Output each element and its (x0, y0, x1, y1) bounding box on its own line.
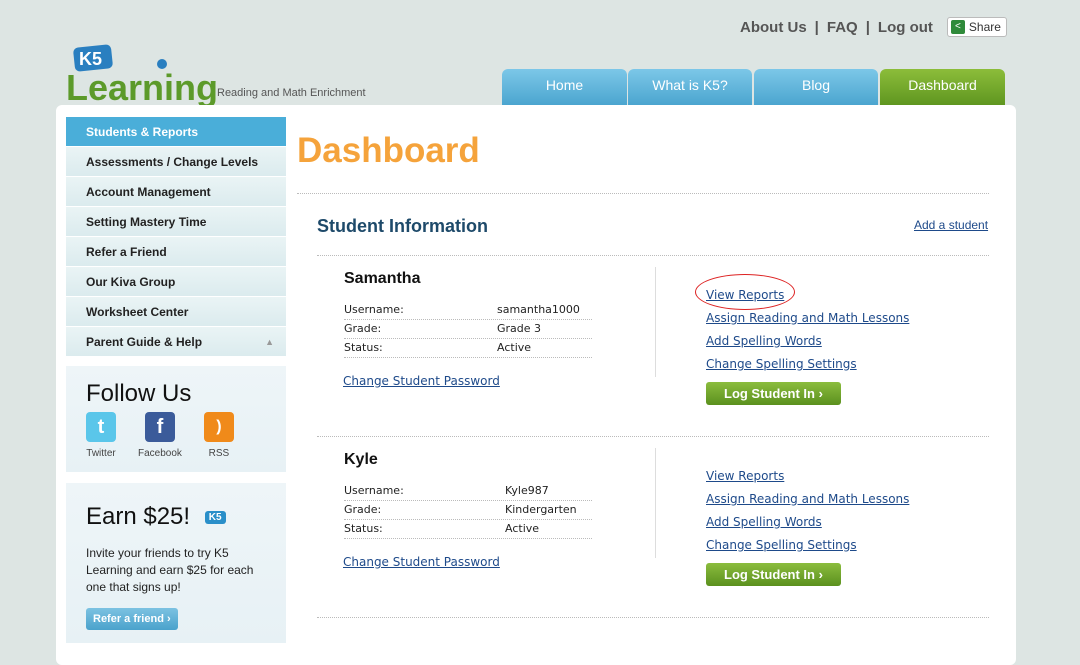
refer-friend-button[interactable]: Refer a friend › (86, 608, 178, 630)
tagline: Reading and Math Enrichment (217, 87, 366, 99)
add-spelling-words-link[interactable]: Add Spelling Words (706, 334, 909, 357)
facebook-link[interactable]: f Facebook (138, 412, 182, 459)
earn-text: Invite your friends to try K5 Learning a… (86, 546, 254, 594)
assign-lessons-link[interactable]: Assign Reading and Math Lessons (706, 492, 909, 515)
follow-us-box: Follow Us t Twitter f Facebook ) RSS (66, 366, 286, 472)
top-links: About Us | FAQ | Log out < Share (740, 17, 1007, 37)
sidebar-item-kiva-group[interactable]: Our Kiva Group (66, 267, 286, 297)
divider (297, 193, 989, 194)
divider (317, 617, 989, 618)
change-spelling-settings-link[interactable]: Change Spelling Settings (706, 357, 909, 380)
twitter-icon: t (86, 412, 116, 442)
earn-box: Earn $25! K5 Invite your friends to try … (66, 483, 286, 643)
tab-home[interactable]: Home (502, 69, 627, 105)
share-icon: < (950, 20, 965, 34)
student-info-table: Username: Kyle987 Grade: Kindergarten Stat… (344, 482, 592, 539)
sidebar-item-mastery-time[interactable]: Setting Mastery Time (66, 207, 286, 237)
follow-us-title: Follow Us (86, 380, 192, 407)
twitter-link[interactable]: t Twitter (86, 412, 116, 459)
svg-text:Learning: Learning (66, 67, 216, 106)
rss-icon: ) (203, 412, 234, 442)
sidebar-item-students-reports[interactable]: Students & Reports (66, 117, 286, 147)
sidebar-item-worksheet-center[interactable]: Worksheet Center (66, 297, 286, 327)
log-student-in-button[interactable]: Log Student In › (706, 563, 841, 586)
tab-dashboard[interactable]: Dashboard (880, 69, 1005, 105)
tab-what-is-k5[interactable]: What is K5? (628, 69, 752, 105)
svg-text:K5: K5 (79, 49, 102, 69)
section-title: Student Information (317, 216, 488, 236)
sidebar-item-account-management[interactable]: Account Management (66, 177, 286, 207)
k5-learning-logo[interactable]: K5 Learning (66, 44, 216, 106)
view-reports-link[interactable]: View Reports (706, 288, 909, 311)
share-button[interactable]: < Share (946, 17, 1007, 37)
student-name: Samantha (344, 270, 421, 287)
divider (317, 255, 989, 256)
k5-badge-icon: K5 (204, 511, 226, 525)
page-title: Dashboard (297, 131, 480, 170)
divider (317, 436, 989, 437)
add-spelling-words-link[interactable]: Add Spelling Words (706, 515, 909, 538)
student-actions: View Reports Assign Reading and Math Les… (706, 288, 909, 405)
change-password-link[interactable]: Change Student Password (343, 555, 500, 569)
sidebar-nav: Students & Reports Assessments / Change … (66, 117, 286, 357)
log-out-link[interactable]: Log out (878, 19, 933, 36)
student-info-table: Username: samantha1000 Grade: Grade 3 Stat… (344, 301, 592, 358)
add-student-link[interactable]: Add a student (914, 218, 988, 232)
rss-link[interactable]: ) RSS (203, 412, 234, 459)
expand-arrow-icon: ▲ (265, 337, 274, 347)
view-reports-link[interactable]: View Reports (706, 469, 909, 492)
sidebar-item-refer-friend[interactable]: Refer a Friend (66, 237, 286, 267)
earn-title: Earn $25! (86, 503, 191, 530)
sidebar-item-assessments[interactable]: Assessments / Change Levels (66, 147, 286, 177)
about-us-link[interactable]: About Us (740, 19, 807, 36)
divider (655, 448, 656, 558)
tab-blog[interactable]: Blog (754, 69, 878, 105)
assign-lessons-link[interactable]: Assign Reading and Math Lessons (706, 311, 909, 334)
facebook-icon: f (144, 412, 175, 442)
log-student-in-button[interactable]: Log Student In › (706, 382, 841, 405)
student-name: Kyle (344, 451, 378, 468)
divider (655, 267, 656, 377)
change-spelling-settings-link[interactable]: Change Spelling Settings (706, 538, 909, 561)
student-actions: View Reports Assign Reading and Math Les… (706, 469, 909, 586)
faq-link[interactable]: FAQ (827, 19, 858, 36)
sidebar-item-parent-guide[interactable]: Parent Guide & Help ▲ (66, 327, 286, 357)
change-password-link[interactable]: Change Student Password (343, 374, 500, 388)
